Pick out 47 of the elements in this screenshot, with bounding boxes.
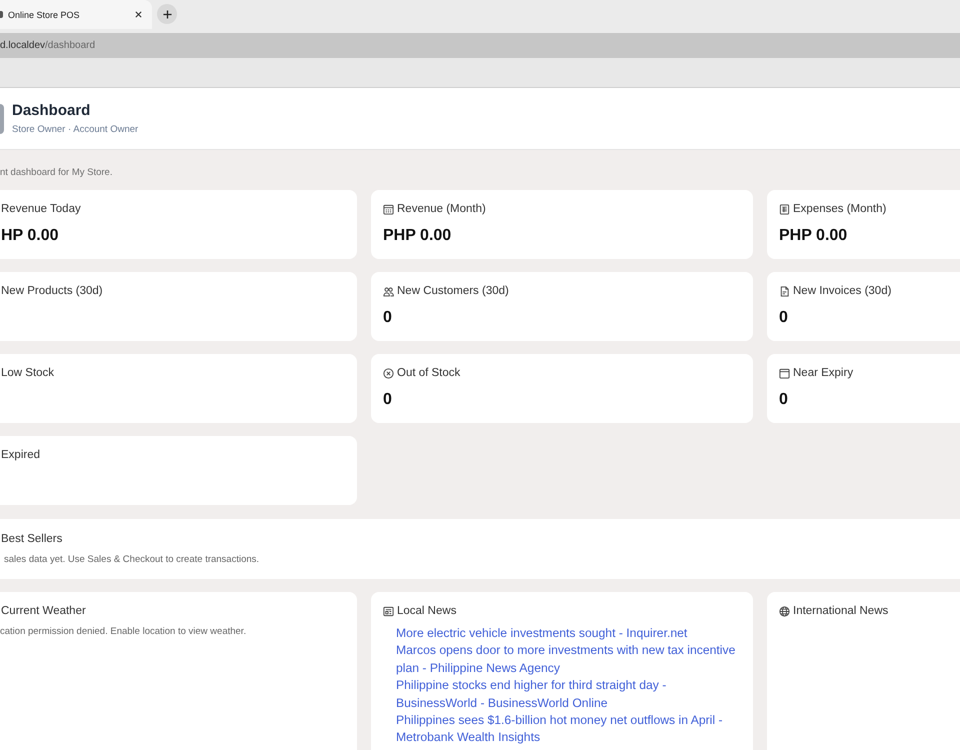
stat-label: Low Stock — [1, 366, 54, 380]
stat-value: 0 — [383, 308, 392, 328]
news-link[interactable]: Marcos opens door to more investments with new tax incentive plan - Philippine News Agency — [396, 642, 741, 678]
stat-value: 0 — [779, 390, 788, 410]
new-tab-button[interactable] — [157, 4, 177, 24]
widget-title: International News — [793, 604, 888, 618]
tab-icon — [0, 11, 3, 18]
globe-icon — [779, 606, 790, 616]
stat-value: HP 0.00 — [1, 226, 59, 246]
stat-label: Expenses (Month) — [793, 202, 886, 216]
close-icon — [135, 11, 142, 18]
browser-tab[interactable]: Online Store POS — [0, 0, 152, 29]
stat-label: New Invoices (30d) — [793, 284, 892, 298]
page-title: Dashboard — [12, 102, 92, 120]
stat-label: Revenue Today — [1, 202, 81, 216]
stat-value: 0 — [383, 390, 392, 410]
stat-label: Revenue (Month) — [397, 202, 486, 216]
ledger-icon — [779, 204, 790, 214]
close-button[interactable] — [133, 9, 144, 20]
stat-value: PHP 0.00 — [383, 226, 452, 246]
news-link[interactable]: Philippines sees $1.6-billion hot money net outflows in April - Metrobank Wealth Insights — [396, 712, 741, 747]
stat-label: Expired — [1, 448, 40, 462]
people-icon — [383, 286, 394, 296]
stat-label: Out of Stock — [397, 366, 460, 380]
stat-label: Near Expiry — [793, 366, 854, 380]
document-icon — [779, 286, 790, 296]
status-message: cation permission denied. Enable location to view weather. — [0, 626, 246, 638]
news-link[interactable]: More electric vehicle investments sought - Inquirer.net — [396, 625, 741, 642]
panel-title: Best Sellers — [1, 532, 62, 546]
stat-value: PHP 0.00 — [779, 226, 848, 246]
address-field[interactable]: d.localdev/dashboard — [0, 33, 960, 58]
newspaper-icon — [383, 606, 394, 616]
widget-title: Local News — [397, 604, 456, 618]
app-logo-icon — [0, 104, 4, 134]
news-link[interactable]: Philippine stocks end higher for third straight day - BusinessWorld - BusinessWorld Online — [396, 677, 741, 712]
stat-label: New Customers (30d) — [397, 284, 509, 298]
user-role-text: Store Owner · Account Owner — [12, 124, 138, 136]
empty-state-text: sales data yet. Use Sales & Checkout to create transactions. — [4, 554, 260, 566]
tab-title: Online Store POS — [8, 10, 81, 20]
x-circle-icon — [383, 368, 394, 378]
stat-value: 0 — [779, 308, 788, 328]
plus-icon — [162, 10, 172, 18]
stat-label: New Products (30d) — [1, 284, 103, 298]
intro-text: nt dashboard for My Store. — [0, 166, 112, 180]
calendar-icon — [383, 204, 394, 214]
widget-title: Current Weather — [1, 604, 86, 618]
calendar-icon — [779, 368, 790, 378]
